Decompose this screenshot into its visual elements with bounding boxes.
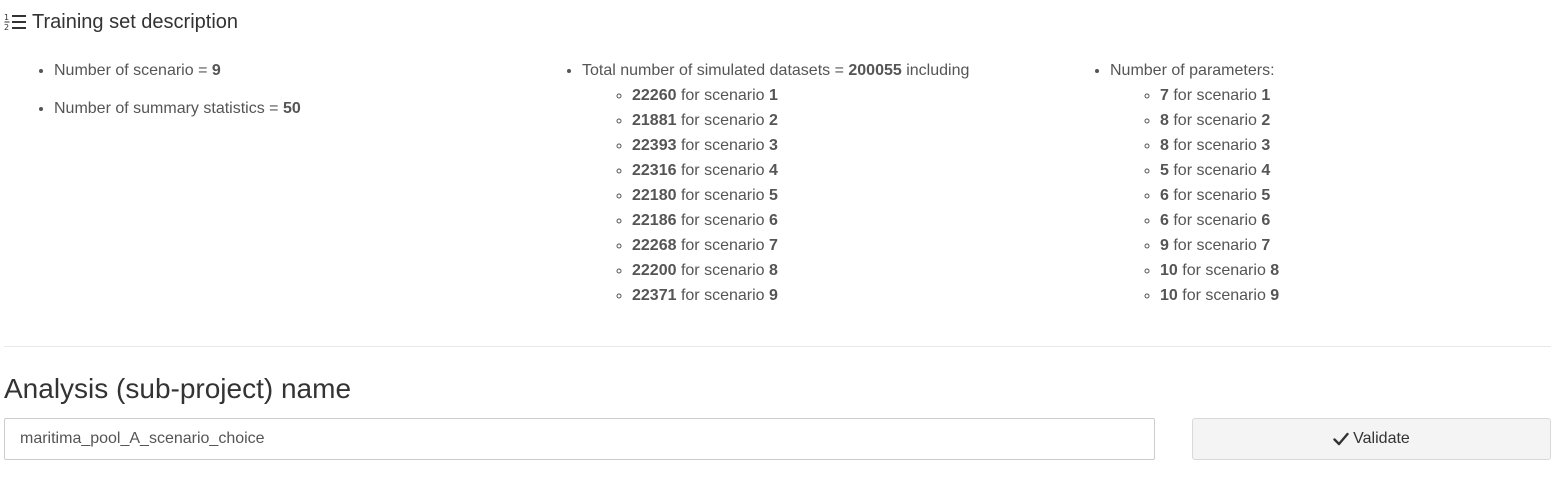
scenario-item: 22316 for scenario 4	[632, 158, 1068, 183]
datasets-column: Total number of simulated datasets = 200…	[548, 58, 1068, 308]
validate-label: Validate	[1353, 430, 1410, 447]
scenario-item: 22393 for scenario 3	[632, 133, 1068, 158]
scenario-item: 22260 for scenario 1	[632, 83, 1068, 108]
scenario-item: 5 for scenario 4	[1160, 158, 1536, 183]
analysis-name-heading: Analysis (sub-project) name	[4, 373, 352, 404]
list-item: Number of parameters: 7 for scenario 18 …	[1110, 58, 1536, 308]
scenario-item: 8 for scenario 2	[1160, 108, 1536, 133]
scenario-item: 22200 for scenario 8	[632, 258, 1068, 283]
scenario-item: 7 for scenario 1	[1160, 83, 1536, 108]
section-title: Training set description	[32, 10, 239, 33]
parameters-column: Number of parameters: 7 for scenario 18 …	[1076, 58, 1536, 308]
scenario-item: 21881 for scenario 2	[632, 108, 1068, 133]
section-header: 1 2 Training set description	[4, 8, 238, 36]
svg-text:2: 2	[4, 23, 9, 32]
validate-button[interactable]: Validate	[1192, 418, 1551, 460]
scenario-item: 6 for scenario 6	[1160, 208, 1536, 233]
ordered-list-icon: 1 2	[4, 12, 28, 32]
svg-text:1: 1	[4, 13, 9, 22]
scenario-item: 9 for scenario 7	[1160, 233, 1536, 258]
scenario-item: 10 for scenario 9	[1160, 283, 1536, 308]
page: 1 2 Training set description Number of s…	[0, 0, 1555, 483]
scenario-item: 6 for scenario 5	[1160, 183, 1536, 208]
scenario-item: 10 for scenario 8	[1160, 258, 1536, 283]
scenario-item: 22180 for scenario 5	[632, 183, 1068, 208]
scenario-item: 22186 for scenario 6	[632, 208, 1068, 233]
list-item: Number of summary statistics = 50	[54, 96, 540, 121]
list-item: Total number of simulated datasets = 200…	[582, 58, 1068, 308]
divider	[4, 346, 1551, 347]
analysis-name-input[interactable]	[4, 418, 1155, 460]
check-icon	[1333, 432, 1349, 446]
summary-column: Number of scenario = 9 Number of summary…	[20, 58, 540, 134]
list-item: Number of scenario = 9	[54, 58, 540, 83]
scenario-item: 22268 for scenario 7	[632, 233, 1068, 258]
scenario-item: 22371 for scenario 9	[632, 283, 1068, 308]
scenario-item: 8 for scenario 3	[1160, 133, 1536, 158]
